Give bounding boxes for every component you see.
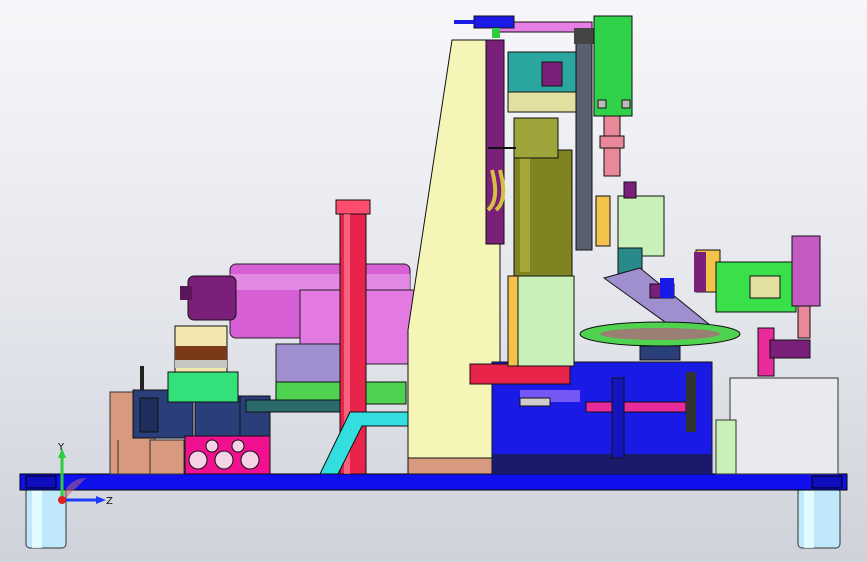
green-cylinder-block bbox=[593, 15, 633, 177]
right-purple-step bbox=[769, 339, 811, 359]
motor-base bbox=[515, 275, 575, 367]
top-sensor bbox=[454, 15, 515, 38]
base-plate-end-right bbox=[811, 475, 843, 489]
machine-model-view[interactable] bbox=[0, 0, 867, 562]
table-post bbox=[519, 397, 551, 407]
green-body-left bbox=[167, 371, 239, 403]
base-plate bbox=[19, 473, 848, 491]
grey-cabinet bbox=[729, 377, 839, 475]
tan-bar bbox=[595, 195, 611, 247]
amber-strip bbox=[507, 275, 519, 367]
coordinate-triad: Y Z bbox=[57, 442, 113, 507]
dark-blocks-table bbox=[639, 345, 681, 361]
z-axis-label: Z bbox=[106, 496, 113, 507]
right-foot bbox=[797, 487, 841, 549]
rotary-ring bbox=[579, 321, 741, 347]
grey-cabinet-side bbox=[715, 419, 737, 475]
main-table bbox=[469, 361, 713, 475]
right-gripper bbox=[694, 235, 821, 339]
grey-block bbox=[275, 343, 341, 385]
stepper-stack bbox=[174, 325, 228, 373]
x-axis-dot bbox=[58, 496, 66, 504]
z-axis-arrow bbox=[96, 496, 106, 504]
purple-plate bbox=[485, 39, 505, 245]
pink-manifold bbox=[184, 435, 271, 475]
cad-viewport[interactable]: Y Z bbox=[0, 0, 867, 562]
y-axis-label: Y bbox=[57, 442, 65, 453]
